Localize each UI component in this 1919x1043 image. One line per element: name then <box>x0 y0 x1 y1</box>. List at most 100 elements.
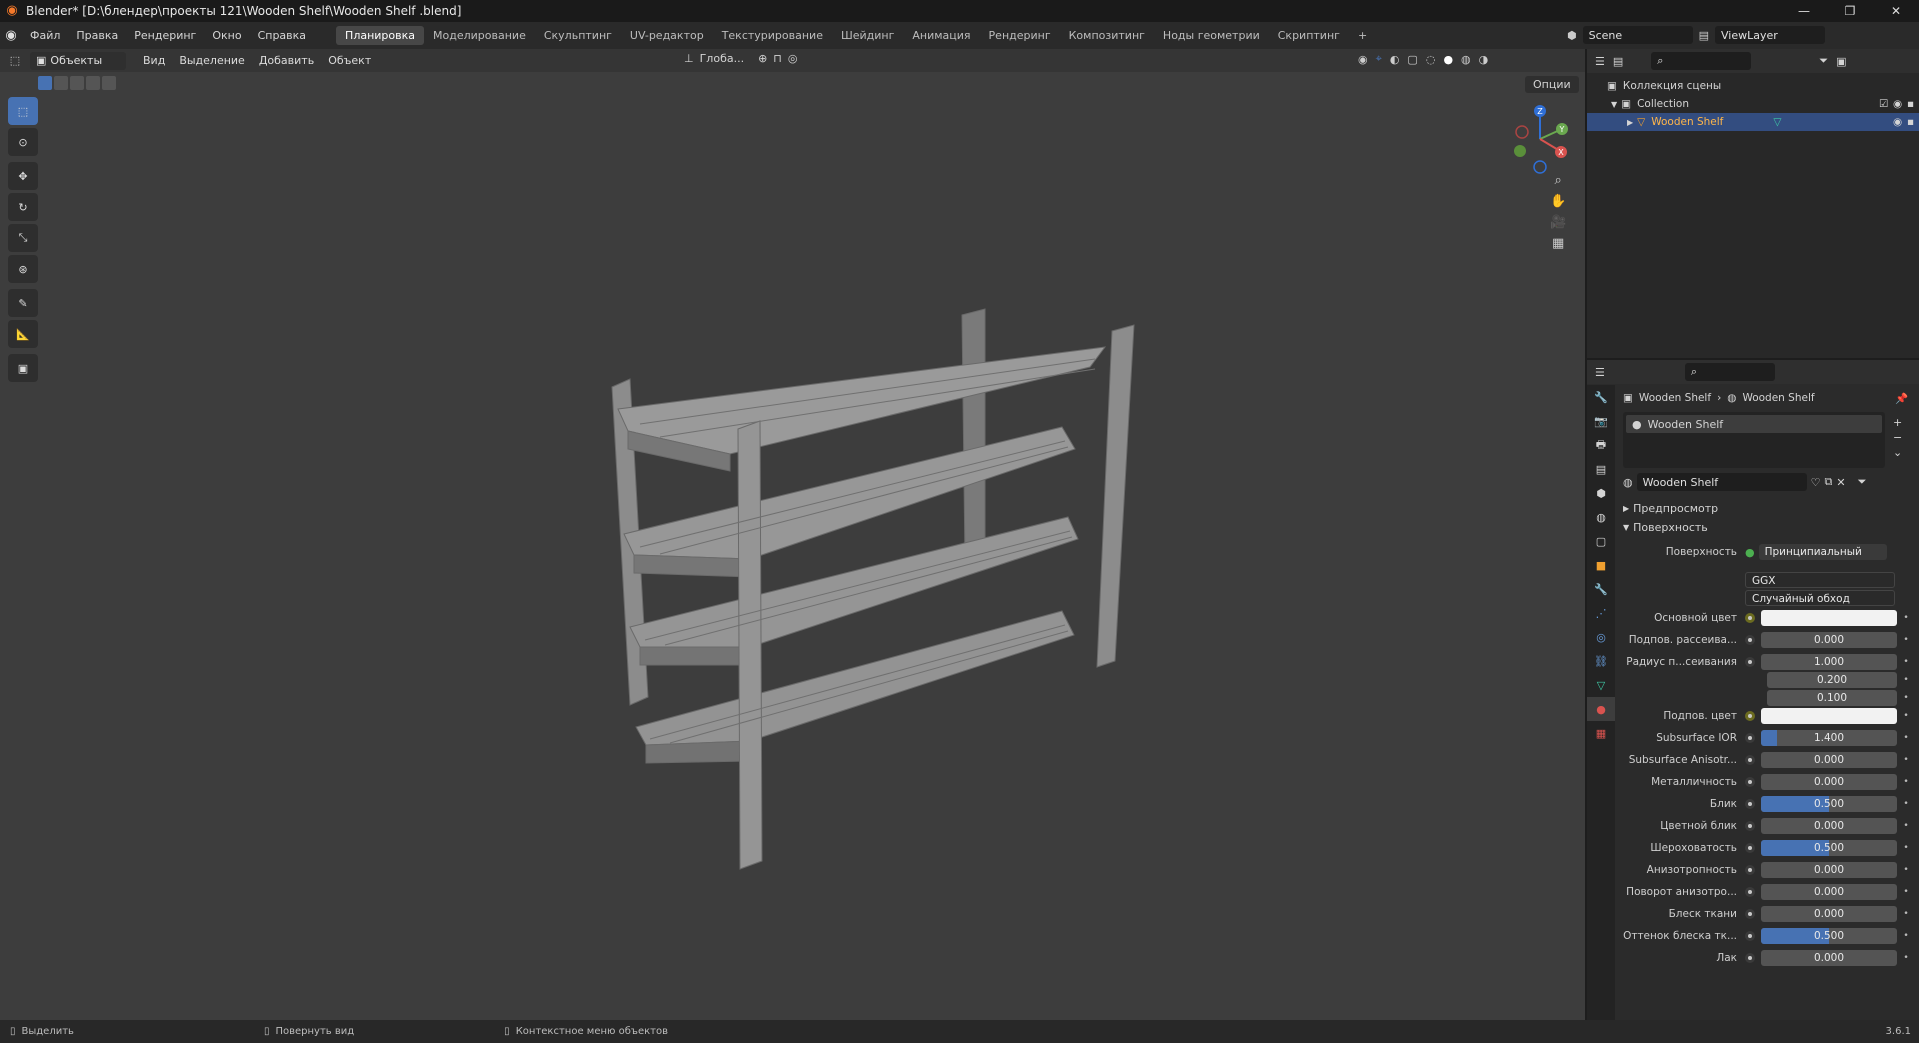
properties-search-input[interactable]: ⌕ <box>1684 363 1775 381</box>
render-tab-icon[interactable]: 📷 <box>1587 409 1615 433</box>
expand-object-icon[interactable]: ▶ <box>1627 118 1633 127</box>
gizmo-toggle-icon[interactable]: ⌖ <box>1376 52 1382 66</box>
outliner-search-input[interactable]: ⌕ <box>1651 52 1752 70</box>
physics-tab-icon[interactable]: ◎ <box>1587 625 1615 649</box>
options-button[interactable]: Опции <box>1525 76 1579 93</box>
mesh-data-icon[interactable]: ▽ <box>1773 116 1781 128</box>
object-tab-icon[interactable]: ■ <box>1587 553 1615 577</box>
workspace-tab-compositing[interactable]: Композитинг <box>1060 26 1154 45</box>
data-tab-icon[interactable]: ▽ <box>1587 673 1615 697</box>
zoom-icon[interactable]: ⌕ <box>1554 173 1561 188</box>
numeric-field[interactable]: 0.500 <box>1761 928 1897 944</box>
maximize-button[interactable]: ❐ <box>1827 0 1873 22</box>
fake-user-icon[interactable]: ♡ <box>1811 476 1821 489</box>
numeric-field[interactable]: 0.000 <box>1761 884 1897 900</box>
gizmo-neg-x[interactable] <box>1515 125 1529 139</box>
color-swatch[interactable] <box>1761 610 1897 626</box>
object-visibility-icon[interactable]: ◉ <box>1893 116 1902 128</box>
xray-icon[interactable]: ▢ <box>1407 53 1417 66</box>
socket-icon[interactable] <box>1745 635 1755 645</box>
keyframe-icon[interactable]: • <box>1901 843 1911 853</box>
socket-icon[interactable] <box>1745 931 1755 941</box>
collection-visibility-icon[interactable]: ◉ <box>1893 98 1902 110</box>
outliner-display-mode-icon[interactable]: ▤ <box>1613 55 1623 68</box>
workspace-tab-texture-paint[interactable]: Текстурирование <box>713 26 832 45</box>
workspace-tab-rendering[interactable]: Рендеринг <box>980 26 1060 45</box>
surface-panel-header[interactable]: ▼ Поверхность <box>1623 517 1913 537</box>
numeric-field[interactable]: 0.200 <box>1767 672 1897 688</box>
menu-help[interactable]: Справка <box>250 29 314 42</box>
workspace-tab-uv-editing[interactable]: UV-редактор <box>621 26 713 45</box>
select-subtract-icon[interactable] <box>70 76 84 90</box>
solid-shading-icon[interactable]: ● <box>1443 53 1453 66</box>
keyframe-icon[interactable]: • <box>1901 887 1911 897</box>
material-name-field[interactable]: Wooden Shelf <box>1636 473 1807 491</box>
numeric-field[interactable]: 0.100 <box>1767 690 1897 706</box>
transform-orientation-selector[interactable]: Глоба... <box>700 52 744 65</box>
numeric-field[interactable]: 0.000 <box>1761 818 1897 834</box>
keyframe-icon[interactable]: • <box>1901 657 1911 667</box>
numeric-field[interactable]: 0.000 <box>1761 632 1897 648</box>
socket-icon[interactable] <box>1745 843 1755 853</box>
distribution-dropdown[interactable]: GGX <box>1745 572 1895 588</box>
outliner-row-wooden-shelf[interactable]: ▶ ▽ Wooden Shelf ▽ ◉ ▪ <box>1587 113 1919 131</box>
surface-shader-selector[interactable]: Принципиальный BSDF <box>1758 544 1887 560</box>
view-layer-selector[interactable]: ViewLayer <box>1715 26 1826 44</box>
socket-icon[interactable] <box>1745 733 1755 743</box>
workspace-tab-scripting[interactable]: Скриптинг <box>1269 26 1349 45</box>
measure-tool-icon[interactable]: 📐 <box>8 320 38 348</box>
material-slot-item[interactable]: ● Wooden Shelf <box>1626 415 1882 433</box>
socket-icon[interactable] <box>1745 777 1755 787</box>
navigation-gizmo[interactable]: Z Y X <box>1500 99 1580 219</box>
socket-icon[interactable] <box>1745 657 1755 667</box>
modifier-tab-icon[interactable]: 🔧 <box>1587 577 1615 601</box>
scale-tool-icon[interactable]: ⤡ <box>8 224 38 252</box>
select-invert-icon[interactable] <box>86 76 100 90</box>
gizmo-neg-z[interactable] <box>1533 160 1547 174</box>
tool-tab-icon[interactable]: 🔧 <box>1587 385 1615 409</box>
menu-file[interactable]: Файл <box>22 29 68 42</box>
socket-icon[interactable] <box>1745 613 1755 623</box>
keyframe-icon[interactable]: • <box>1901 777 1911 787</box>
keyframe-icon[interactable]: • <box>1901 733 1911 743</box>
socket-icon[interactable] <box>1745 887 1755 897</box>
color-swatch[interactable] <box>1761 708 1897 724</box>
socket-icon[interactable] <box>1745 909 1755 919</box>
snap-icon[interactable]: ⊓ <box>773 52 782 65</box>
workspace-tab-layout[interactable]: Планировка <box>336 26 425 45</box>
socket-icon[interactable] <box>1745 953 1755 963</box>
constraints-tab-icon[interactable]: ⛓ <box>1587 649 1615 673</box>
workspace-tab-sculpting[interactable]: Скульптинг <box>535 26 621 45</box>
collection-tab-icon[interactable]: ▢ <box>1587 529 1615 553</box>
visibility-icon[interactable]: ◉ <box>1358 53 1368 66</box>
preview-panel-header[interactable]: ▶ Предпросмотр <box>1623 498 1913 518</box>
camera-view-icon[interactable]: 🎥 <box>1550 215 1566 230</box>
minimize-button[interactable]: — <box>1781 0 1827 22</box>
view-layer-tab-icon[interactable]: ▤ <box>1587 457 1615 481</box>
menu-window[interactable]: Окно <box>204 29 249 42</box>
menu-object[interactable]: Объект <box>321 54 378 67</box>
mode-selector[interactable]: ▣ Объекты <box>30 51 126 70</box>
keyframe-icon[interactable]: • <box>1901 865 1911 875</box>
material-shading-icon[interactable]: ◍ <box>1461 53 1471 66</box>
rendered-shading-icon[interactable]: ◑ <box>1479 53 1489 66</box>
numeric-field[interactable]: 1.000 <box>1761 654 1897 670</box>
wireframe-shading-icon[interactable]: ◌ <box>1426 53 1436 66</box>
workspace-tab-shading[interactable]: Шейдинг <box>832 26 903 45</box>
scene-tab-icon[interactable]: ⬢ <box>1587 481 1615 505</box>
remove-slot-icon[interactable]: − <box>1893 431 1902 444</box>
transform-tool-icon[interactable]: ⊛ <box>8 255 38 283</box>
unlink-material-icon[interactable]: ✕ <box>1836 476 1845 489</box>
socket-icon[interactable] <box>1745 821 1755 831</box>
keyframe-icon[interactable]: • <box>1901 693 1911 703</box>
keyframe-icon[interactable]: • <box>1901 909 1911 919</box>
numeric-field[interactable]: 0.000 <box>1761 752 1897 768</box>
annotate-tool-icon[interactable]: ✎ <box>8 289 38 317</box>
add-slot-icon[interactable]: + <box>1893 416 1902 429</box>
menu-view[interactable]: Вид <box>136 54 172 67</box>
keyframe-icon[interactable]: • <box>1901 953 1911 963</box>
menu-select[interactable]: Выделение <box>172 54 252 67</box>
numeric-field[interactable]: 0.000 <box>1761 862 1897 878</box>
add-cube-tool-icon[interactable]: ▣ <box>8 354 38 382</box>
select-box-tool-icon[interactable]: ⬚ <box>8 97 38 125</box>
